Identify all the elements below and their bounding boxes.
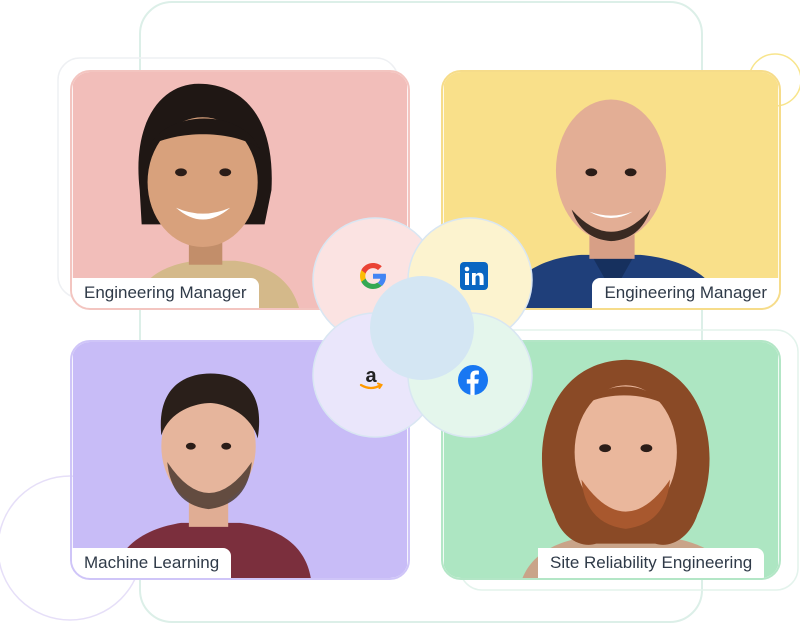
amazon-logo-icon: a — [354, 362, 388, 396]
facebook-logo-icon — [456, 363, 490, 397]
linkedin-logo-icon — [457, 259, 491, 293]
google-logo-icon — [356, 259, 390, 293]
company-hub — [312, 217, 533, 438]
svg-text:a: a — [365, 365, 377, 387]
